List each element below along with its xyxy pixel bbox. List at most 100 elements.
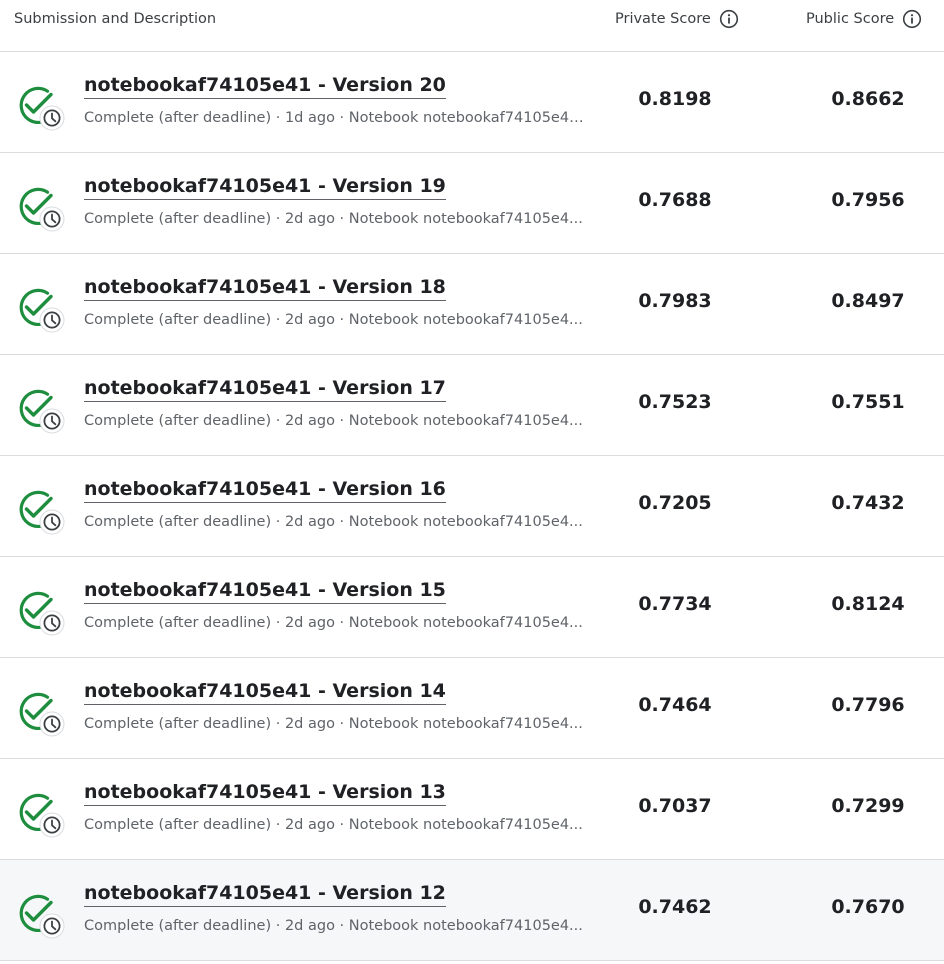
public-score-value: 0.8497 bbox=[831, 290, 905, 312]
submission-notebook[interactable]: Notebook notebookaf74105e4... bbox=[349, 716, 583, 732]
complete-check-clock-icon bbox=[19, 288, 65, 333]
submission-status: Complete (after deadline) bbox=[84, 110, 272, 126]
submission-status: Complete (after deadline) bbox=[84, 615, 272, 631]
info-icon[interactable] bbox=[719, 9, 739, 29]
submission-column-header: Submission and Description bbox=[14, 11, 217, 27]
complete-check-clock-icon bbox=[19, 692, 65, 737]
submission-status: Complete (after deadline) bbox=[84, 817, 272, 833]
public-score-value: 0.7432 bbox=[831, 492, 905, 514]
submission-title-link[interactable]: notebookaf74105e41 - Version 18 bbox=[84, 275, 446, 301]
separator-dot: · bbox=[271, 817, 285, 833]
submission-title-link[interactable]: notebookaf74105e41 - Version 15 bbox=[84, 578, 446, 604]
submission-status: Complete (after deadline) bbox=[84, 413, 272, 429]
private-score-label: Private Score bbox=[615, 11, 711, 27]
submission-title-link[interactable]: notebookaf74105e41 - Version 12 bbox=[84, 881, 446, 907]
submission-age: 2d ago bbox=[284, 615, 335, 631]
submission-notebook[interactable]: Notebook notebookaf74105e4... bbox=[349, 514, 583, 530]
submission-age: 2d ago bbox=[284, 817, 335, 833]
public-score-column-header: Public Score bbox=[806, 9, 922, 29]
submission-title-link[interactable]: notebookaf74105e41 - Version 19 bbox=[84, 174, 446, 200]
table-row[interactable]: notebookaf74105e41 - Version 16 Complete… bbox=[0, 456, 944, 557]
table-row[interactable]: notebookaf74105e41 - Version 20 Complete… bbox=[0, 52, 944, 153]
submission-status: Complete (after deadline) bbox=[84, 716, 272, 732]
table-row[interactable]: notebookaf74105e41 - Version 17 Complete… bbox=[0, 355, 944, 456]
public-score-value: 0.7551 bbox=[831, 391, 905, 413]
private-score-value: 0.7523 bbox=[638, 391, 712, 413]
table-row[interactable]: notebookaf74105e41 - Version 13 Complete… bbox=[0, 759, 944, 860]
submission-title-link[interactable]: notebookaf74105e41 - Version 20 bbox=[84, 73, 446, 99]
complete-check-clock-icon bbox=[19, 591, 65, 636]
public-score-value: 0.7670 bbox=[831, 896, 905, 918]
submission-status: Complete (after deadline) bbox=[84, 514, 272, 530]
info-icon[interactable] bbox=[902, 9, 922, 29]
public-score-value: 0.7796 bbox=[831, 694, 905, 716]
private-score-value: 0.8198 bbox=[638, 88, 712, 110]
submission-age: 2d ago bbox=[284, 312, 335, 328]
submission-notebook[interactable]: Notebook notebookaf74105e41... bbox=[349, 110, 584, 126]
submission-status: Complete (after deadline) bbox=[84, 918, 272, 934]
complete-check-clock-icon bbox=[19, 389, 65, 434]
private-score-value: 0.7688 bbox=[638, 189, 712, 211]
submission-title-link[interactable]: notebookaf74105e41 - Version 17 bbox=[84, 376, 446, 402]
submission-description: Complete (after deadline) · 2d ago · Not… bbox=[84, 716, 584, 732]
separator-dot: · bbox=[334, 615, 349, 631]
table-body: notebookaf74105e41 - Version 20 Complete… bbox=[0, 52, 944, 961]
submission-age: 2d ago bbox=[284, 211, 335, 227]
separator-dot: · bbox=[334, 110, 349, 126]
submission-notebook[interactable]: Notebook notebookaf74105e4... bbox=[349, 312, 583, 328]
separator-dot: · bbox=[334, 312, 349, 328]
table-header: Submission and Description Private Score… bbox=[0, 0, 944, 52]
submission-description: Complete (after deadline) · 2d ago · Not… bbox=[84, 312, 584, 328]
submission-title-link[interactable]: notebookaf74105e41 - Version 16 bbox=[84, 477, 446, 503]
table-row[interactable]: notebookaf74105e41 - Version 15 Complete… bbox=[0, 557, 944, 658]
submission-age: 2d ago bbox=[284, 413, 335, 429]
submission-description: Complete (after deadline) · 2d ago · Not… bbox=[84, 413, 584, 429]
separator-dot: · bbox=[334, 716, 349, 732]
submission-title-link[interactable]: notebookaf74105e41 - Version 14 bbox=[84, 679, 446, 705]
table-row[interactable]: notebookaf74105e41 - Version 14 Complete… bbox=[0, 658, 944, 759]
private-score-value: 0.7464 bbox=[638, 694, 712, 716]
separator-dot: · bbox=[271, 110, 285, 126]
separator-dot: · bbox=[334, 918, 349, 934]
public-score-value: 0.7956 bbox=[831, 189, 905, 211]
submission-description: Complete (after deadline) · 2d ago · Not… bbox=[84, 615, 584, 631]
submission-age: 1d ago bbox=[284, 110, 335, 126]
submission-notebook[interactable]: Notebook notebookaf74105e4... bbox=[349, 817, 583, 833]
submission-title-link[interactable]: notebookaf74105e41 - Version 13 bbox=[84, 780, 446, 806]
separator-dot: · bbox=[334, 413, 349, 429]
separator-dot: · bbox=[271, 918, 285, 934]
submission-notebook[interactable]: Notebook notebookaf74105e4... bbox=[349, 615, 583, 631]
separator-dot: · bbox=[271, 514, 285, 530]
submission-notebook[interactable]: Notebook notebookaf74105e4... bbox=[349, 413, 583, 429]
separator-dot: · bbox=[271, 312, 285, 328]
submission-description: Complete (after deadline) · 1d ago · Not… bbox=[84, 110, 584, 126]
private-score-value: 0.7037 bbox=[638, 795, 712, 817]
public-score-label: Public Score bbox=[806, 11, 895, 27]
submission-description: Complete (after deadline) · 2d ago · Not… bbox=[84, 514, 584, 530]
table-row[interactable]: notebookaf74105e41 - Version 18 Complete… bbox=[0, 254, 944, 355]
complete-check-clock-icon bbox=[19, 490, 65, 535]
private-score-value: 0.7462 bbox=[638, 896, 712, 918]
table-row[interactable]: notebookaf74105e41 - Version 19 Complete… bbox=[0, 153, 944, 254]
submission-age: 2d ago bbox=[284, 514, 335, 530]
complete-check-clock-icon bbox=[19, 187, 65, 232]
submission-age: 2d ago bbox=[284, 716, 335, 732]
submission-description: Complete (after deadline) · 2d ago · Not… bbox=[84, 918, 584, 934]
public-score-value: 0.8124 bbox=[831, 593, 905, 615]
separator-dot: · bbox=[271, 716, 285, 732]
private-score-value: 0.7983 bbox=[638, 290, 712, 312]
separator-dot: · bbox=[334, 211, 349, 227]
separator-dot: · bbox=[271, 615, 285, 631]
separator-dot: · bbox=[271, 211, 285, 227]
table-row[interactable]: notebookaf74105e41 - Version 12 Complete… bbox=[0, 860, 944, 961]
submission-description: Complete (after deadline) · 2d ago · Not… bbox=[84, 211, 584, 227]
public-score-value: 0.8662 bbox=[831, 88, 905, 110]
submission-notebook[interactable]: Notebook notebookaf74105e4... bbox=[349, 211, 583, 227]
submission-age: 2d ago bbox=[284, 918, 335, 934]
submission-notebook[interactable]: Notebook notebookaf74105e4... bbox=[349, 918, 583, 934]
complete-check-clock-icon bbox=[19, 894, 65, 939]
private-score-value: 0.7734 bbox=[638, 593, 712, 615]
complete-check-clock-icon bbox=[19, 86, 65, 131]
separator-dot: · bbox=[271, 413, 285, 429]
submission-status: Complete (after deadline) bbox=[84, 312, 272, 328]
